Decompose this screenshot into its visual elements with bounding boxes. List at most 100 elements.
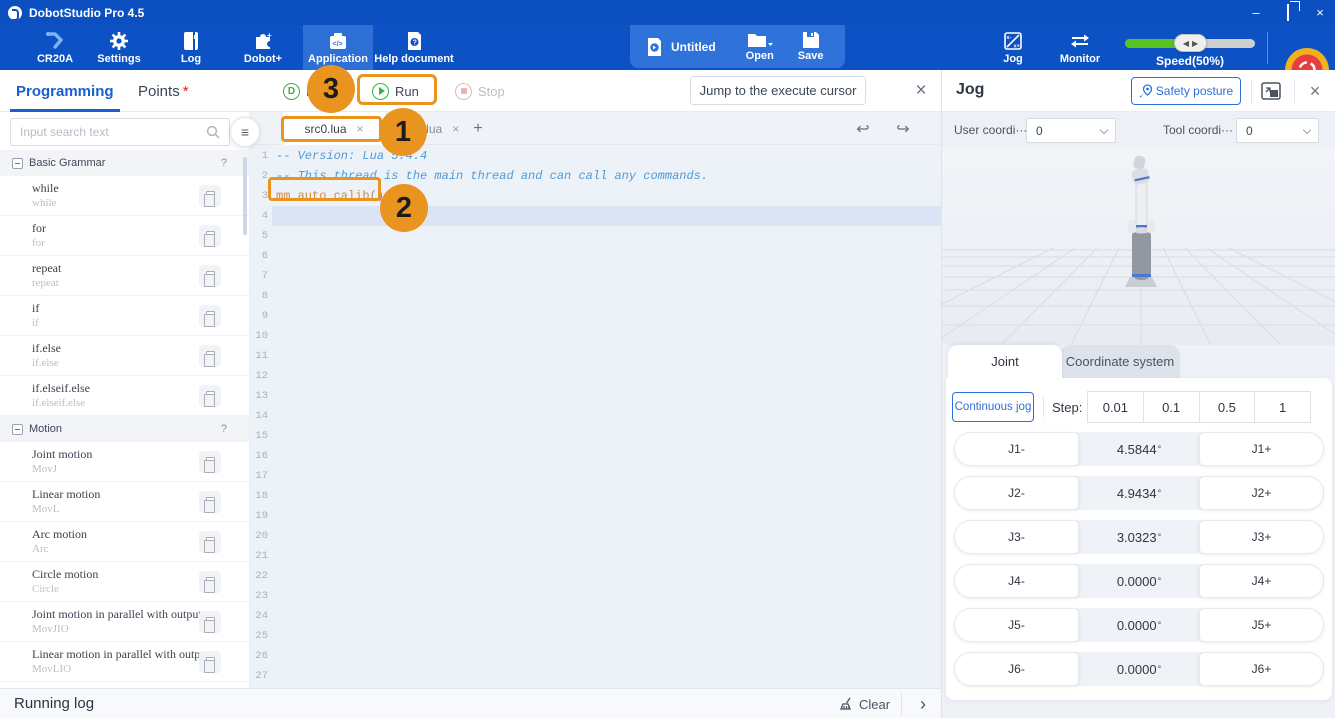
insert-snippet-button[interactable]: [199, 305, 221, 327]
redo-button[interactable]: ↪: [890, 116, 916, 142]
code-line[interactable]: 17: [250, 466, 941, 486]
code-line[interactable]: 5: [250, 226, 941, 246]
insert-snippet-button[interactable]: [199, 345, 221, 367]
code-line[interactable]: 12: [250, 366, 941, 386]
snippet-item[interactable]: forfor: [0, 216, 249, 256]
insert-snippet-button[interactable]: [199, 491, 221, 513]
snippet-item[interactable]: if.elseif.else: [0, 336, 249, 376]
toolbar-item-monitor[interactable]: Monitor: [1048, 25, 1112, 70]
joint-minus-button[interactable]: J5-: [954, 608, 1079, 642]
code-line[interactable]: 4: [250, 206, 941, 226]
snippet-item[interactable]: Circle motionCircle: [0, 562, 249, 602]
toolbar-item-log[interactable]: Log: [161, 25, 221, 70]
code-line[interactable]: 22: [250, 566, 941, 586]
code-line[interactable]: 2-- This thread is the main thread and c…: [250, 166, 941, 186]
debug-button[interactable]: D Debug: [283, 78, 344, 104]
code-line[interactable]: 18: [250, 486, 941, 506]
insert-snippet-button[interactable]: [199, 571, 221, 593]
insert-snippet-button[interactable]: [199, 385, 221, 407]
code-line[interactable]: 9: [250, 306, 941, 326]
step-option-1[interactable]: 1: [1255, 392, 1310, 422]
joint-minus-button[interactable]: J3-: [954, 520, 1079, 554]
code-line[interactable]: 14: [250, 406, 941, 426]
expand-log-button[interactable]: ›: [910, 690, 936, 718]
code-line[interactable]: 27: [250, 666, 941, 686]
section-header[interactable]: Motion?: [0, 416, 249, 442]
code-line[interactable]: 21: [250, 546, 941, 566]
joint-minus-button[interactable]: J1-: [954, 432, 1079, 466]
section-help-icon[interactable]: ?: [221, 157, 227, 169]
code-line[interactable]: 19: [250, 506, 941, 526]
stop-button[interactable]: Stop: [455, 78, 505, 104]
joint-plus-button[interactable]: J6+: [1199, 652, 1324, 686]
open-button[interactable]: Open: [746, 31, 774, 62]
insert-snippet-button[interactable]: [199, 651, 221, 673]
snippet-item[interactable]: Linear motionMovL: [0, 482, 249, 522]
current-file-button[interactable]: Untitled: [646, 37, 716, 57]
step-option-001[interactable]: 0.01: [1088, 392, 1144, 422]
restore-button[interactable]: [1281, 0, 1295, 25]
snippet-item[interactable]: whilewhile: [0, 176, 249, 216]
popout-panel-button[interactable]: [1261, 79, 1287, 103]
snippet-item[interactable]: Linear motion in parallel with outputMov…: [0, 642, 249, 682]
code-line[interactable]: 16: [250, 446, 941, 466]
toolbar-item-robot[interactable]: CR20A: [22, 25, 88, 70]
undo-button[interactable]: ↩: [850, 116, 876, 142]
search-input[interactable]: [10, 118, 230, 146]
snippet-item[interactable]: repeatrepeat: [0, 256, 249, 296]
code-line[interactable]: 3mm_auto_calib(): [250, 186, 941, 206]
code-line[interactable]: 24: [250, 606, 941, 626]
code-line[interactable]: 11: [250, 346, 941, 366]
toolbar-item-help-document[interactable]: ? Help document: [373, 25, 455, 70]
snippet-item[interactable]: Joint motionMovJ: [0, 442, 249, 482]
tab-src0-lua[interactable]: src0.lua ×: [283, 112, 385, 145]
user-coord-select[interactable]: 0: [1026, 118, 1116, 143]
run-button[interactable]: Run: [372, 78, 419, 104]
joint-minus-button[interactable]: J2-: [954, 476, 1079, 510]
code-line[interactable]: 6: [250, 246, 941, 266]
tab-programming[interactable]: Programming: [16, 70, 114, 112]
new-tab-button[interactable]: +: [466, 112, 490, 145]
speed-slider-handle[interactable]: ◀▶: [1174, 34, 1207, 52]
tab-global-lua[interactable]: global.lua ×: [385, 112, 465, 145]
snippet-item[interactable]: ifif: [0, 296, 249, 336]
editor-close-button[interactable]: ×: [906, 76, 936, 106]
tab-joint[interactable]: Joint: [948, 345, 1062, 378]
tab-close-icon[interactable]: ×: [452, 122, 459, 136]
insert-snippet-button[interactable]: [199, 265, 221, 287]
snippet-item[interactable]: Joint motion in parallel with outputMovJ…: [0, 602, 249, 642]
continuous-jog-button[interactable]: Continuous jog: [952, 392, 1034, 422]
minimize-button[interactable]: –: [1249, 0, 1263, 25]
toolbar-item-jog[interactable]: x-x+ Jog: [986, 25, 1040, 70]
step-option-05[interactable]: 0.5: [1200, 392, 1256, 422]
jog-close-button[interactable]: ×: [1302, 77, 1328, 105]
tab-coordinate-system[interactable]: Coordinate system: [1060, 345, 1180, 378]
joint-minus-button[interactable]: J4-: [954, 564, 1079, 598]
insert-snippet-button[interactable]: [199, 225, 221, 247]
code-line[interactable]: 20: [250, 526, 941, 546]
joint-minus-button[interactable]: J6-: [954, 652, 1079, 686]
code-line[interactable]: 23: [250, 586, 941, 606]
tab-close-icon[interactable]: ×: [357, 122, 364, 136]
code-line[interactable]: 13: [250, 386, 941, 406]
code-line[interactable]: 26: [250, 646, 941, 666]
section-help-icon[interactable]: ?: [221, 423, 227, 435]
code-line[interactable]: 15: [250, 426, 941, 446]
insert-snippet-button[interactable]: [199, 611, 221, 633]
toolbar-item-settings[interactable]: Settings: [86, 25, 152, 70]
code-line[interactable]: 25: [250, 626, 941, 646]
collapse-section-icon[interactable]: [12, 158, 23, 169]
collapse-section-icon[interactable]: [12, 424, 23, 435]
insert-snippet-button[interactable]: [199, 185, 221, 207]
close-button[interactable]: ×: [1313, 0, 1327, 25]
insert-snippet-button[interactable]: [199, 531, 221, 553]
insert-snippet-button[interactable]: [199, 451, 221, 473]
save-button[interactable]: Save: [798, 31, 824, 62]
robot-3d-viewport[interactable]: [942, 148, 1335, 345]
toolbar-item-dobot-plus[interactable]: + Dobot+: [230, 25, 296, 70]
code-line[interactable]: 1-- Version: Lua 5.4.4: [250, 146, 941, 166]
step-option-01[interactable]: 0.1: [1144, 392, 1200, 422]
joint-plus-button[interactable]: J4+: [1199, 564, 1324, 598]
joint-plus-button[interactable]: J2+: [1199, 476, 1324, 510]
joint-plus-button[interactable]: J1+: [1199, 432, 1324, 466]
